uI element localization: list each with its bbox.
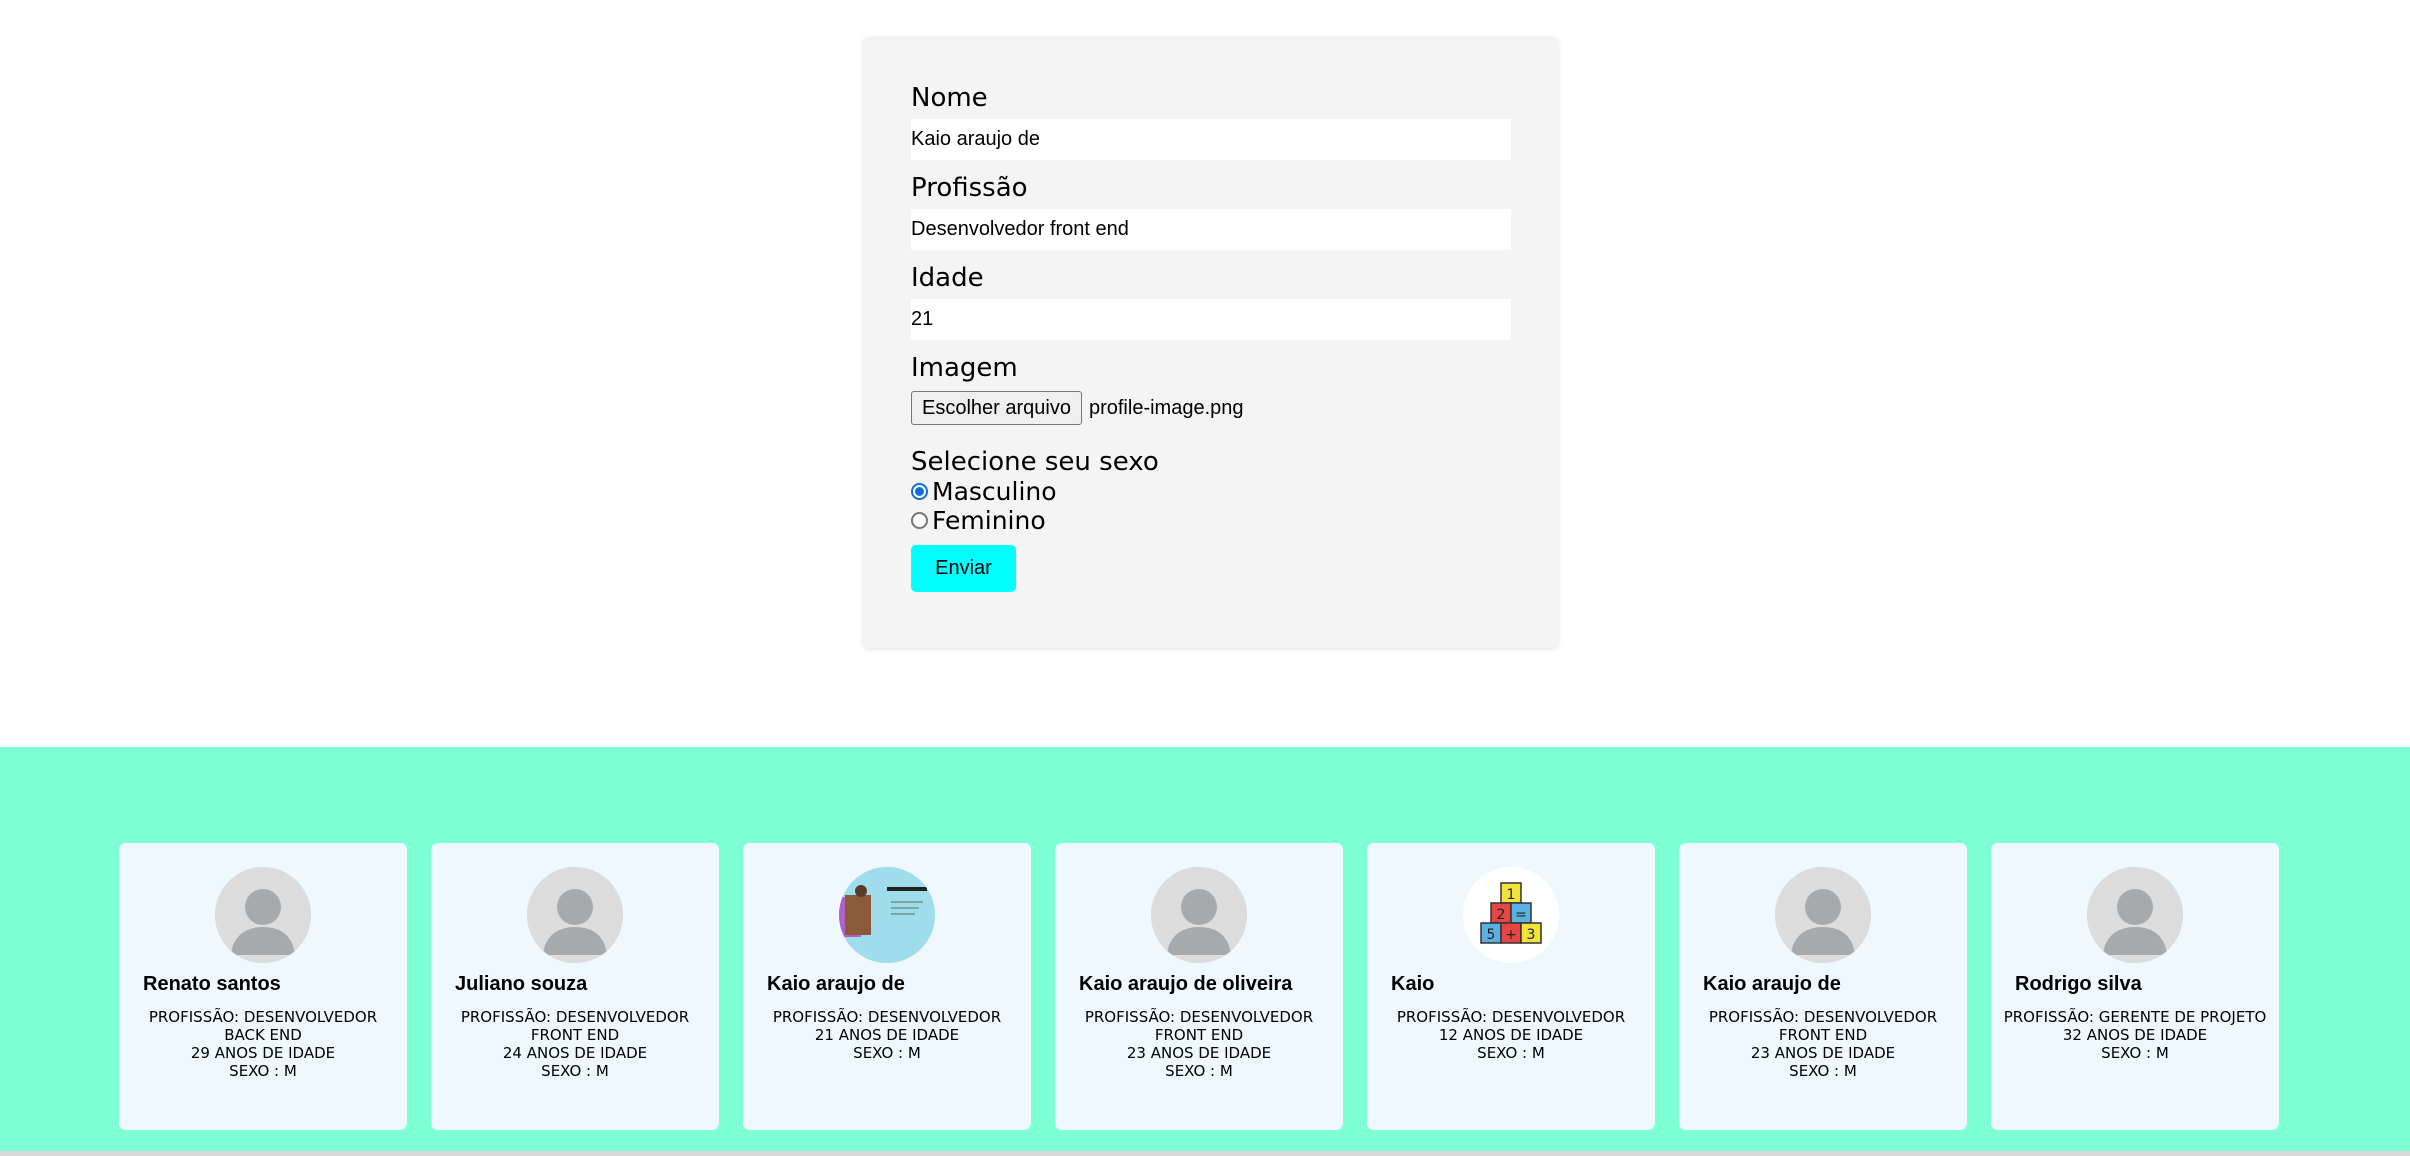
svg-text:3: 3 xyxy=(1527,927,1536,943)
card-name: Rodrigo silva xyxy=(2015,973,2142,995)
card-info: PROFISSÃO: DESENVOLVEDOR 12 ANOS DE IDAD… xyxy=(1367,1008,1655,1062)
card-profession: PROFISSÃO: DESENVOLVEDOR FRONT END xyxy=(1084,1008,1314,1044)
age-input[interactable] xyxy=(911,299,1511,340)
card-age: 29 ANOS DE IDADE xyxy=(190,1044,336,1062)
card-age: 24 ANOS DE IDADE xyxy=(502,1044,648,1062)
radio-male[interactable] xyxy=(911,483,928,500)
card-age: 23 ANOS DE IDADE xyxy=(1750,1044,1896,1062)
divider xyxy=(0,1151,2410,1156)
card-info: PROFISSÃO: DESENVOLVEDOR BACK END 29 ANO… xyxy=(119,1008,407,1080)
svg-text:2: 2 xyxy=(1497,907,1506,923)
radio-female[interactable] xyxy=(911,512,928,529)
card-name: Kaio araujo de xyxy=(767,973,905,995)
profile-card: Kaio araujo de PROFISSÃO: DESENVOLVEDOR … xyxy=(743,843,1031,1130)
name-label: Nome xyxy=(911,83,988,113)
sex-label: Selecione seu sexo xyxy=(911,447,1159,477)
svg-text:=: = xyxy=(1515,907,1527,923)
card-info: PROFISSÃO: DESENVOLVEDOR 21 ANOS DE IDAD… xyxy=(743,1008,1031,1062)
card-profession: PROFISSÃO: DESENVOLVEDOR xyxy=(772,1008,1002,1026)
radio-male-label: Masculino xyxy=(932,477,1057,506)
default-avatar-icon xyxy=(215,867,311,963)
profile-card: Renato santos PROFISSÃO: DESENVOLVEDOR B… xyxy=(119,843,407,1130)
card-profession: PROFISSÃO: DESENVOLVEDOR xyxy=(1396,1008,1626,1026)
radio-option-female[interactable]: Feminino xyxy=(911,506,1511,535)
radio-option-male[interactable]: Masculino xyxy=(911,477,1511,506)
card-profession: PROFISSÃO: DESENVOLVEDOR FRONT END xyxy=(460,1008,690,1044)
name-input[interactable] xyxy=(911,119,1511,160)
default-avatar-icon xyxy=(1775,867,1871,963)
card-age: 23 ANOS DE IDADE xyxy=(1126,1044,1272,1062)
card-sex: SEXO : M xyxy=(1789,1062,1857,1080)
default-avatar-icon xyxy=(2087,867,2183,963)
card-age: 12 ANOS DE IDADE xyxy=(1438,1026,1584,1044)
card-name: Juliano souza xyxy=(455,973,588,995)
card-name: Kaio araujo de oliveira xyxy=(1079,973,1293,995)
card-sex: SEXO : M xyxy=(853,1044,921,1062)
card-info: PROFISSÃO: DESENVOLVEDOR FRONT END 23 AN… xyxy=(1055,1008,1343,1080)
profile-card: Juliano souza PROFISSÃO: DESENVOLVEDOR F… xyxy=(431,843,719,1130)
card-profession: PROFISSÃO: GERENTE DE PROJETO xyxy=(2003,1008,2267,1026)
card-info: PROFISSÃO: DESENVOLVEDOR FRONT END 23 AN… xyxy=(1679,1008,1967,1080)
image-label: Imagem xyxy=(911,353,1018,383)
choose-file-button[interactable]: Escolher arquivo xyxy=(911,391,1082,425)
profile-card: Kaio araujo de oliveira PROFISSÃO: DESEN… xyxy=(1055,843,1343,1130)
profession-label: Profissão xyxy=(911,173,1028,203)
card-name: Kaio xyxy=(1391,973,1435,995)
profession-input[interactable] xyxy=(911,209,1511,250)
profile-card: Kaio araujo de PROFISSÃO: DESENVOLVEDOR … xyxy=(1679,843,1967,1130)
card-info: PROFISSÃO: DESENVOLVEDOR FRONT END 24 AN… xyxy=(431,1008,719,1080)
default-avatar-icon xyxy=(1151,867,1247,963)
svg-text:1: 1 xyxy=(1507,887,1516,903)
profile-form: Nome Profissão Idade Imagem Escolher arq… xyxy=(863,37,1558,648)
card-sex: SEXO : M xyxy=(541,1062,609,1080)
profile-card: 1 2 = 5 + 3 Kaio PROFISSÃO: DESENVOLVEDO… xyxy=(1367,843,1655,1130)
card-name: Kaio araujo de xyxy=(1703,973,1841,995)
age-label: Idade xyxy=(911,263,984,293)
card-age: 21 ANOS DE IDADE xyxy=(814,1026,960,1044)
card-sex: SEXO : M xyxy=(2101,1044,2169,1062)
profile-card: Rodrigo silva PROFISSÃO: GERENTE DE PROJ… xyxy=(1991,843,2279,1130)
selected-file-name: profile-image.png xyxy=(1088,396,1244,419)
default-avatar-icon xyxy=(527,867,623,963)
svg-text:+: + xyxy=(1505,927,1517,943)
svg-text:5: 5 xyxy=(1487,927,1496,943)
math-blocks-image: 1 2 = 5 + 3 xyxy=(1463,867,1559,963)
card-sex: SEXO : M xyxy=(1477,1044,1545,1062)
card-sex: SEXO : M xyxy=(229,1062,297,1080)
card-age: 32 ANOS DE IDADE xyxy=(2062,1026,2208,1044)
file-input: Escolher arquivo profile-image.png xyxy=(911,389,1511,427)
card-profession: PROFISSÃO: DESENVOLVEDOR BACK END xyxy=(148,1008,378,1044)
profile-photo xyxy=(839,867,935,963)
card-sex: SEXO : M xyxy=(1165,1062,1233,1080)
card-name: Renato santos xyxy=(143,973,281,995)
submit-button[interactable]: Enviar xyxy=(911,545,1016,592)
radio-female-label: Feminino xyxy=(932,506,1046,535)
card-profession: PROFISSÃO: DESENVOLVEDOR FRONT END xyxy=(1708,1008,1938,1044)
card-info: PROFISSÃO: GERENTE DE PROJETO 32 ANOS DE… xyxy=(1991,1008,2279,1062)
